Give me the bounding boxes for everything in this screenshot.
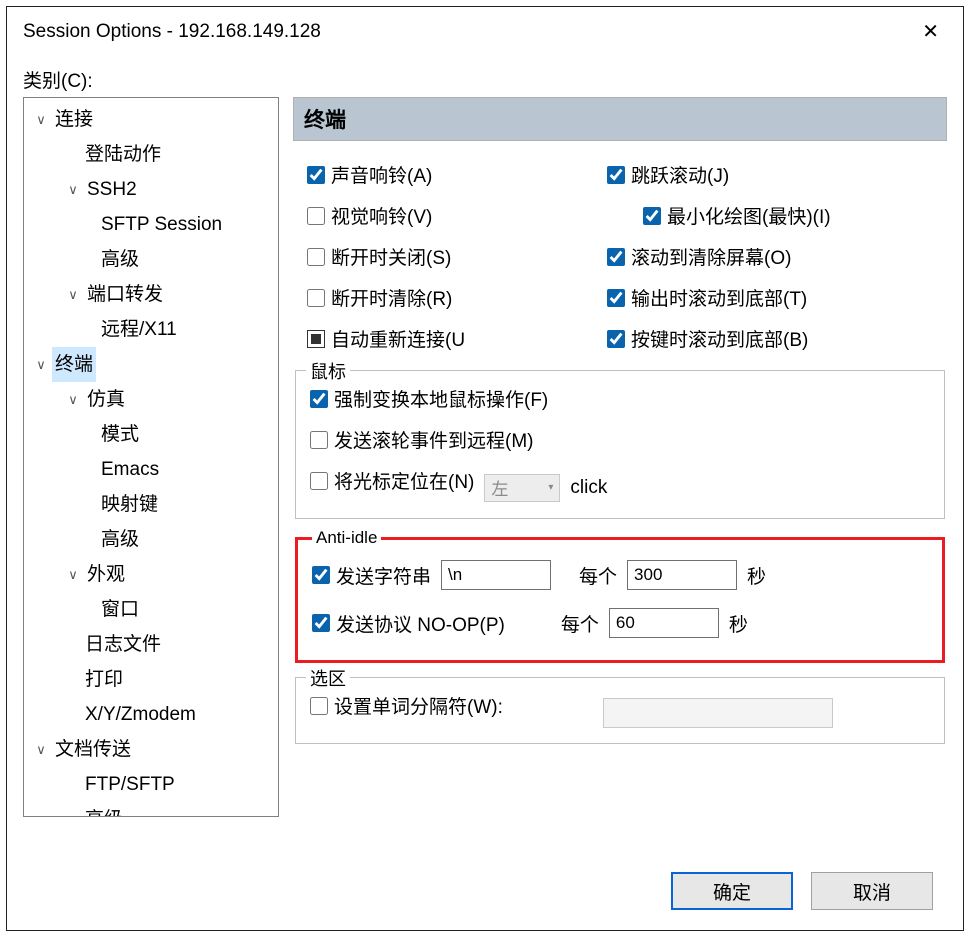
tree-item-connection[interactable]: ∨连接 <box>24 102 278 137</box>
group-mouse: 鼠标 强制变换本地鼠标操作(F) 发送滚轮事件到远程(M) 将光标定位在(N) … <box>295 370 945 519</box>
tree-item-emacs[interactable]: Emacs <box>24 452 278 487</box>
click-label: click <box>570 477 607 499</box>
checkbox-send-string[interactable]: 发送字符串 <box>312 562 431 589</box>
checkbox-send-protocol[interactable]: 发送协议 NO-OP(P) <box>312 610 505 637</box>
checkbox-force-local-mouse[interactable]: 强制变换本地鼠标操作(F) <box>310 385 548 412</box>
every-label-2: 每个 <box>561 610 599 637</box>
tree-item-sftp[interactable]: SFTP Session <box>24 207 278 242</box>
close-icon[interactable]: ✕ <box>912 15 949 48</box>
checkbox-min-draw[interactable]: 最小化绘图(最快)(I) <box>607 202 831 229</box>
tree-item-ssh2[interactable]: ∨SSH2 <box>24 172 278 207</box>
group-anti-idle-legend: Anti-idle <box>312 528 381 548</box>
checkbox-visual-bell[interactable]: 视觉响铃(V) <box>307 202 607 229</box>
tree-item-logon[interactable]: 登陆动作 <box>24 137 278 172</box>
seconds-label-2: 秒 <box>729 610 748 637</box>
settings-panel: 终端 声音响铃(A) 视觉响铃(V) 断开时关闭(S) 断开时清除(R) 自动重… <box>293 97 947 817</box>
tree-item-logfile[interactable]: 日志文件 <box>24 627 278 662</box>
tree-item-advanced3[interactable]: 高级 <box>24 802 278 817</box>
tree-item-window[interactable]: 窗口 <box>24 592 278 627</box>
ok-button[interactable]: 确定 <box>671 872 793 910</box>
every-label-1: 每个 <box>579 562 617 589</box>
group-mouse-legend: 鼠标 <box>306 358 350 384</box>
panel-header: 终端 <box>293 97 947 141</box>
checkbox-jump-scroll[interactable]: 跳跃滚动(J) <box>607 161 831 188</box>
checkbox-scroll-bottom-key[interactable]: 按键时滚动到底部(B) <box>607 325 831 352</box>
checkbox-word-delim[interactable]: 设置单词分隔符(W): <box>310 692 503 719</box>
tree-item-terminal[interactable]: ∨终端 <box>24 347 278 382</box>
checkbox-auto-reconnect[interactable]: 自动重新连接(U <box>307 325 607 352</box>
dialog: Session Options - 192.168.149.128 ✕ 类别(C… <box>6 6 964 931</box>
tree-item-emulation[interactable]: ∨仿真 <box>24 382 278 417</box>
group-selection: 选区 设置单词分隔符(W): <box>295 677 945 744</box>
category-label: 类别(C): <box>7 52 963 97</box>
checkbox-send-wheel[interactable]: 发送滚轮事件到远程(M) <box>310 426 533 453</box>
checkbox-place-cursor[interactable]: 将光标定位在(N) <box>310 467 474 494</box>
checkbox-clear-disconnect[interactable]: 断开时清除(R) <box>307 284 607 311</box>
seconds-label-1: 秒 <box>747 562 766 589</box>
tree-item-advanced2[interactable]: 高级 <box>24 522 278 557</box>
tree-item-xyzmodem[interactable]: X/Y/Zmodem <box>24 697 278 732</box>
send-string-input[interactable] <box>441 560 551 590</box>
titlebar: Session Options - 192.168.149.128 ✕ <box>7 7 963 52</box>
send-protocol-seconds-input[interactable] <box>609 608 719 638</box>
tree-item-remote[interactable]: 远程/X11 <box>24 312 278 347</box>
tree-item-mapkey[interactable]: 映射键 <box>24 487 278 522</box>
send-string-seconds-input[interactable] <box>627 560 737 590</box>
tree-item-appearance[interactable]: ∨外观 <box>24 557 278 592</box>
dialog-footer: 确定 取消 <box>671 872 933 910</box>
cancel-button[interactable]: 取消 <box>811 872 933 910</box>
chevron-down-icon: ▾ <box>548 482 553 493</box>
tree-item-ftpsftp[interactable]: FTP/SFTP <box>24 767 278 802</box>
checkbox-close-disconnect[interactable]: 断开时关闭(S) <box>307 243 607 270</box>
group-selection-legend: 选区 <box>306 665 350 691</box>
tree-item-print[interactable]: 打印 <box>24 662 278 697</box>
tree-item-filetransfer[interactable]: ∨文档传送 <box>24 732 278 767</box>
tree-item-advanced1[interactable]: 高级 <box>24 242 278 277</box>
category-tree[interactable]: ∨连接 登陆动作 ∨SSH2 SFTP Session 高级 ∨端口转发 远程/… <box>23 97 279 817</box>
group-anti-idle: Anti-idle 发送字符串 每个 秒 发送协议 NO-OP(P) 每个 秒 <box>295 537 945 663</box>
cursor-position-select: 左 ▾ <box>484 474 560 502</box>
window-title: Session Options - 192.168.149.128 <box>23 21 321 43</box>
word-delim-input <box>603 698 833 728</box>
checkbox-scroll-bottom-output[interactable]: 输出时滚动到底部(T) <box>607 284 831 311</box>
checkbox-audio-bell[interactable]: 声音响铃(A) <box>307 161 607 188</box>
tree-item-portfwd[interactable]: ∨端口转发 <box>24 277 278 312</box>
tree-item-mode[interactable]: 模式 <box>24 417 278 452</box>
checkbox-scroll-clear[interactable]: 滚动到清除屏幕(O) <box>607 243 831 270</box>
